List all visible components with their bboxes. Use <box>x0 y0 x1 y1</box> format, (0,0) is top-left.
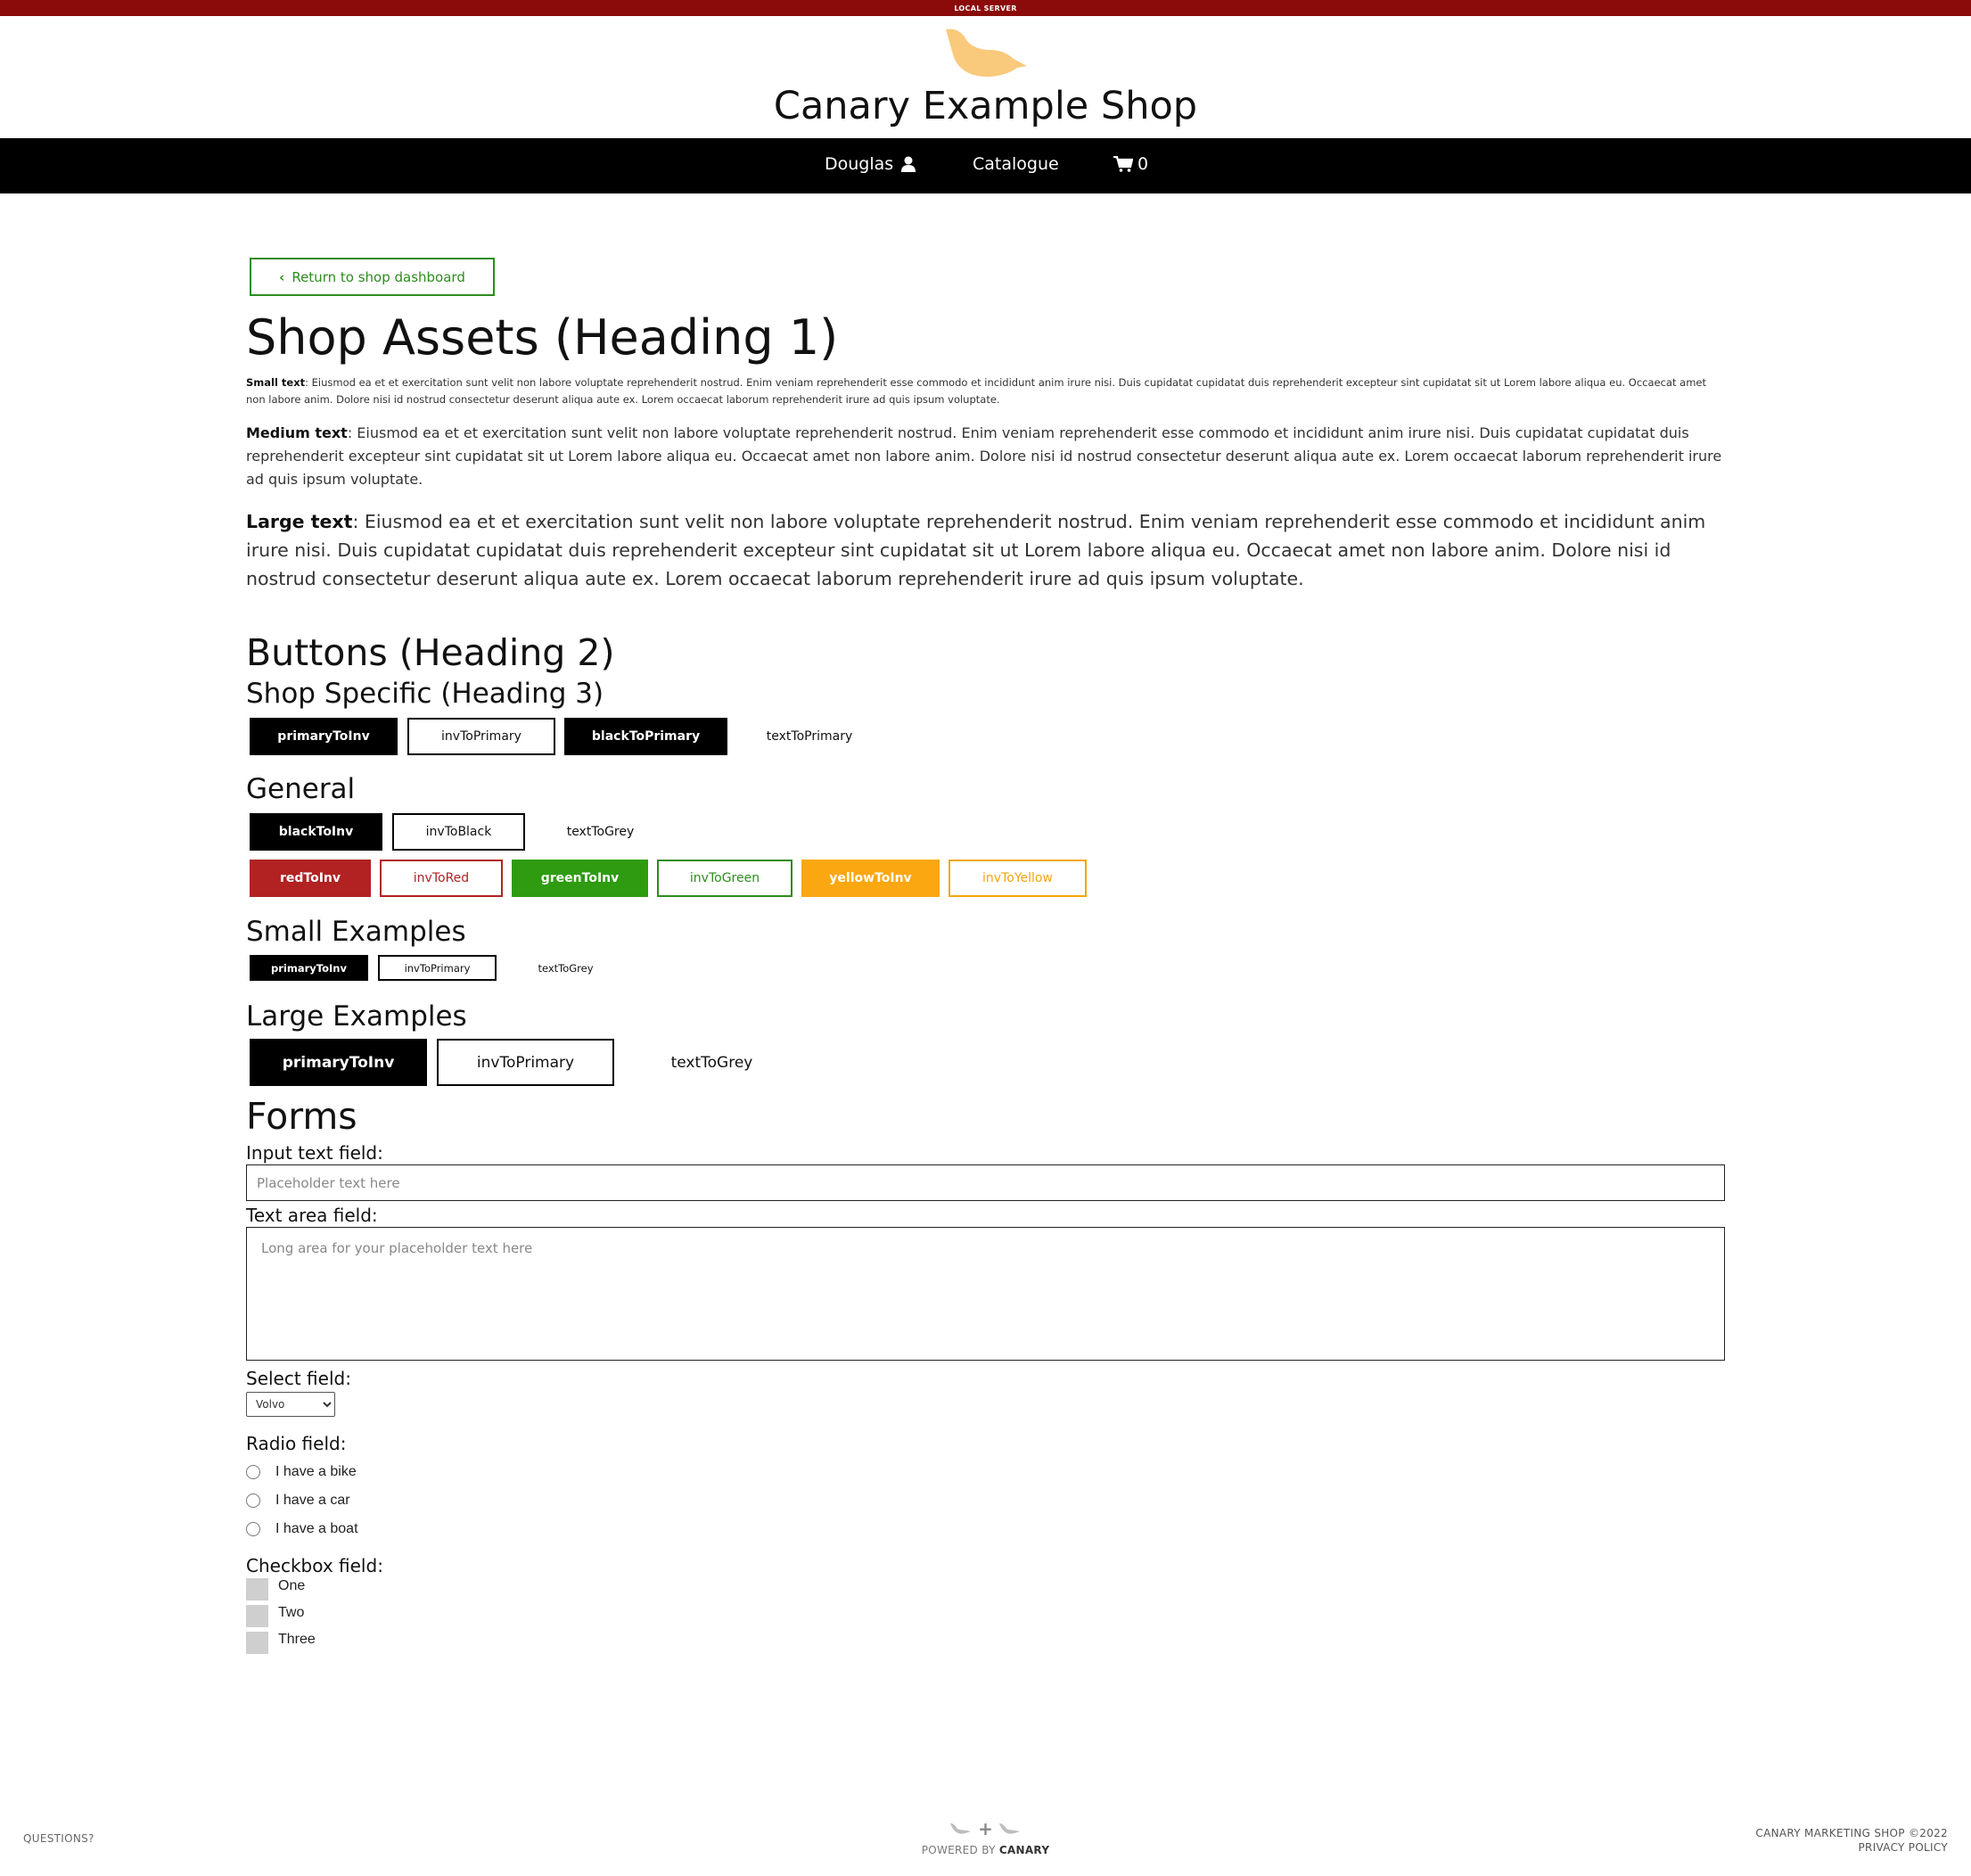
primary-to-inv-button[interactable]: primaryToInv <box>250 718 398 755</box>
checkbox-one[interactable] <box>246 1578 268 1600</box>
large-text-sample: Large text: Eiusmod ea et et exercitatio… <box>246 507 1726 593</box>
nav-user-name: Douglas <box>825 154 894 174</box>
input-field-label: Input text field: <box>246 1142 383 1164</box>
radio-option-boat[interactable]: I have a boat <box>246 1521 358 1537</box>
nav-catalogue-label: Catalogue <box>973 154 1059 174</box>
canary-brand[interactable]: CANARY <box>999 1844 1050 1856</box>
medium-text-body: : Eiusmod ea et et exercitation sunt vel… <box>246 424 1722 488</box>
medium-text-sample: Medium text: Eiusmod ea et et exercitati… <box>246 422 1726 491</box>
checkbox-two-label: Two <box>278 1605 305 1620</box>
powered-by-label: POWERED BY <box>921 1844 999 1856</box>
nav-cart[interactable]: 0 <box>1113 154 1148 174</box>
small-text-to-grey-button[interactable]: textToGrey <box>506 955 625 981</box>
small-primary-to-inv-button[interactable]: primaryToInv <box>250 955 368 981</box>
shop-specific-heading: Shop Specific (Heading 3) <box>246 678 604 710</box>
nav-catalogue[interactable]: Catalogue <box>973 154 1059 174</box>
text-to-primary-button[interactable]: textToPrimary <box>738 718 881 755</box>
canary-bird-icon[interactable] <box>940 27 1030 82</box>
large-inv-to-primary-button[interactable]: invToPrimary <box>437 1039 614 1086</box>
select-field-label: Select field: <box>246 1368 351 1389</box>
medium-text-label: Medium text <box>246 424 348 441</box>
bird-icon-alt <box>998 1823 1020 1834</box>
large-text-to-grey-button[interactable]: textToGrey <box>623 1039 801 1086</box>
return-to-dashboard-button[interactable]: ‹ Return to shop dashboard <box>250 258 495 296</box>
red-to-inv-button[interactable]: redToInv <box>250 860 371 897</box>
user-icon <box>901 156 916 172</box>
radio-car-input[interactable] <box>246 1493 260 1508</box>
powered-by: + POWERED BY CANARY <box>0 1818 1971 1856</box>
inv-to-yellow-button[interactable]: invToYellow <box>949 860 1087 897</box>
inv-to-black-button[interactable]: invToBlack <box>392 813 525 851</box>
black-to-inv-button[interactable]: blackToInv <box>250 813 382 851</box>
footer-logos: + <box>0 1818 1971 1839</box>
text-area-field[interactable] <box>246 1227 1725 1361</box>
buttons-heading: Buttons (Heading 2) <box>246 631 615 674</box>
small-inv-to-primary-button[interactable]: invToPrimary <box>378 955 497 981</box>
copyright-text: CANARY MARKETING SHOP ©2022 <box>1755 1827 1948 1839</box>
large-text-label: Large text <box>246 511 353 532</box>
plus-icon: + <box>978 1818 993 1839</box>
checkbox-three[interactable] <box>246 1632 268 1654</box>
page-title: Shop Assets (Heading 1) <box>246 309 839 366</box>
black-to-primary-button[interactable]: blackToPrimary <box>564 718 727 755</box>
checkbox-option-two[interactable]: Two <box>246 1605 304 1627</box>
large-text-body: : Eiusmod ea et et exercitation sunt vel… <box>246 511 1706 589</box>
return-to-dashboard-label: Return to shop dashboard <box>292 268 465 285</box>
radio-boat-label: I have a boat <box>275 1521 358 1536</box>
cart-icon <box>1113 156 1133 172</box>
inv-to-red-button[interactable]: invToRed <box>380 860 503 897</box>
textarea-label: Text area field: <box>246 1205 378 1226</box>
car-select[interactable]: Volvo <box>246 1392 335 1417</box>
checkbox-three-label: Three <box>278 1632 316 1647</box>
large-primary-to-inv-button[interactable]: primaryToInv <box>250 1039 427 1086</box>
yellow-to-inv-button[interactable]: yellowToInv <box>801 860 940 897</box>
privacy-policy-link[interactable]: PRIVACY POLICY <box>1755 1840 1948 1855</box>
chevron-left-icon: ‹ <box>279 268 285 285</box>
checkbox-one-label: One <box>278 1578 306 1593</box>
text-input-field[interactable] <box>246 1164 1725 1201</box>
small-text-sample: Small text: Eiusmod ea et et exercitatio… <box>246 374 1726 408</box>
powered-by-text: POWERED BY CANARY <box>0 1844 1971 1856</box>
radio-bike-label: I have a bike <box>275 1464 357 1479</box>
checkbox-option-three[interactable]: Three <box>246 1632 316 1654</box>
checkbox-two[interactable] <box>246 1605 268 1627</box>
radio-car-label: I have a car <box>275 1493 350 1508</box>
large-examples-heading: Large Examples <box>246 1000 467 1033</box>
radio-boat-input[interactable] <box>246 1522 260 1536</box>
general-heading: General <box>246 773 356 805</box>
radio-field-label: Radio field: <box>246 1433 347 1454</box>
shop-title: Canary Example Shop <box>773 84 1198 128</box>
forms-heading: Forms <box>246 1095 357 1138</box>
nav-user-account[interactable]: Douglas <box>825 154 916 174</box>
local-server-banner: LOCAL SERVER <box>0 0 1971 16</box>
small-examples-heading: Small Examples <box>246 916 466 948</box>
radio-bike-input[interactable] <box>246 1465 260 1479</box>
green-to-inv-button[interactable]: greenToInv <box>512 860 648 897</box>
footer-legal: CANARY MARKETING SHOP ©2022 PRIVACY POLI… <box>1755 1826 1948 1855</box>
cart-count: 0 <box>1137 154 1149 174</box>
checkbox-field-label: Checkbox field: <box>246 1555 383 1576</box>
inv-to-green-button[interactable]: invToGreen <box>657 860 793 897</box>
inv-to-primary-button[interactable]: invToPrimary <box>407 718 555 755</box>
small-text-body: : Eiusmod ea et et exercitation sunt vel… <box>246 376 1706 406</box>
checkbox-option-one[interactable]: One <box>246 1578 305 1600</box>
main-nav: Douglas Catalogue 0 <box>0 138 1971 193</box>
text-to-grey-button[interactable]: textToGrey <box>534 813 667 851</box>
radio-option-bike[interactable]: I have a bike <box>246 1464 357 1480</box>
bird-icon <box>950 1823 972 1834</box>
small-text-label: Small text <box>246 376 306 389</box>
radio-option-car[interactable]: I have a car <box>246 1493 350 1509</box>
site-header: Canary Example Shop <box>0 16 1971 138</box>
